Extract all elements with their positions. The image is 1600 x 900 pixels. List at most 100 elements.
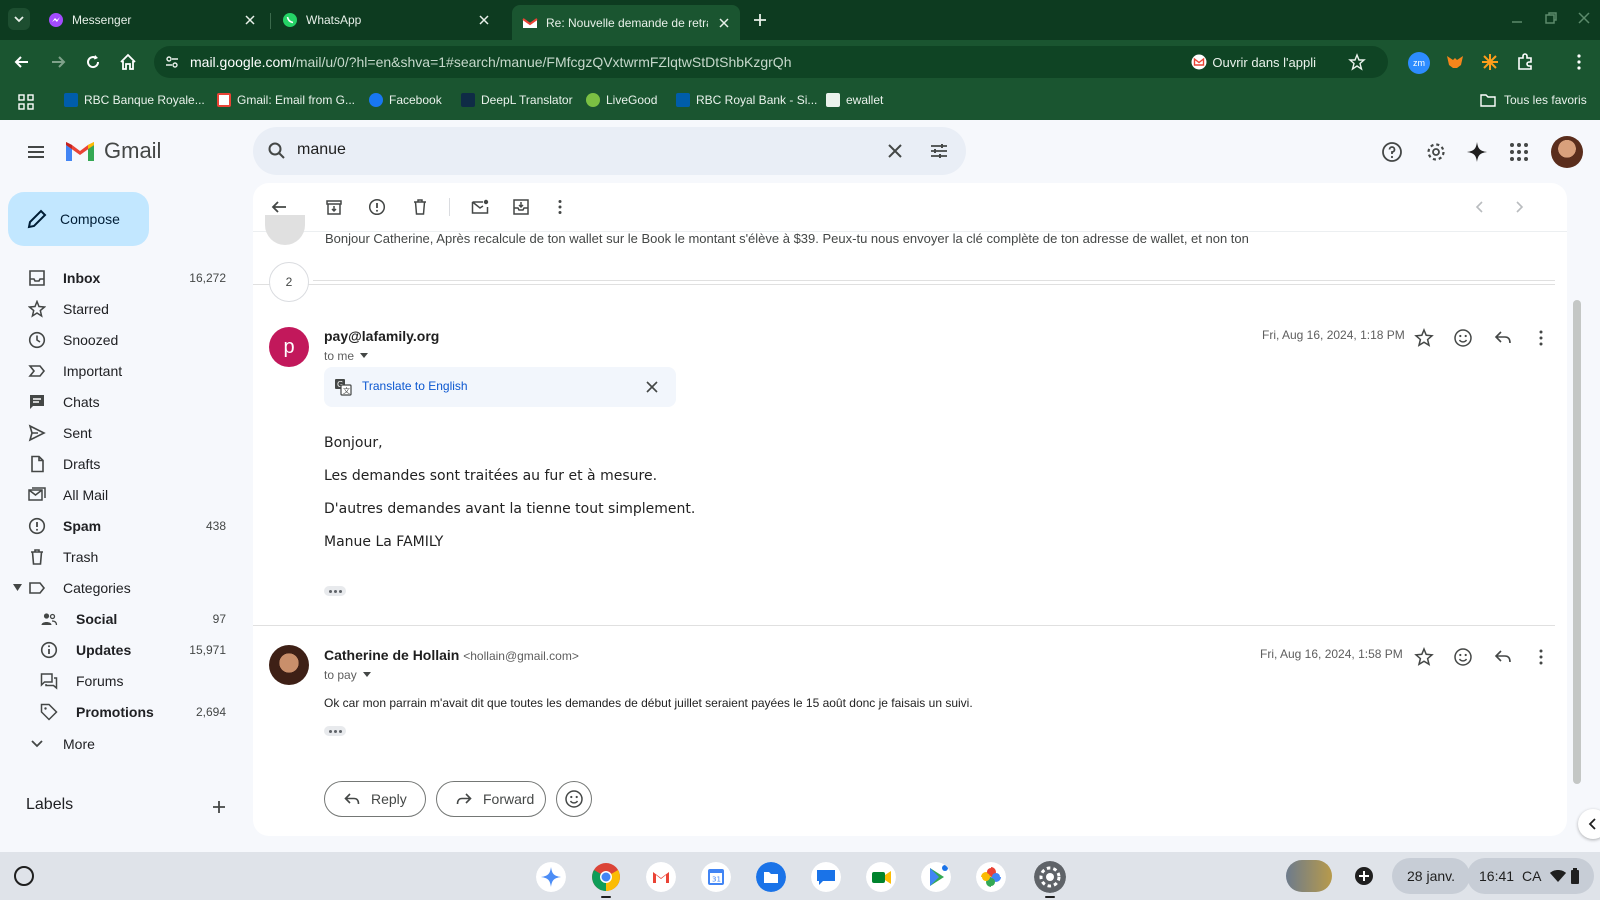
bookmark-ewallet[interactable]: ewallet	[826, 93, 883, 107]
bookmark-livegood[interactable]: LiveGood	[586, 93, 657, 107]
emoji-react-button[interactable]	[556, 781, 592, 817]
archive-icon[interactable]	[325, 198, 343, 216]
bookmark-rbc-royal[interactable]: RBC Royal Bank - Si...	[676, 93, 817, 107]
metamask-extension-icon[interactable]	[1445, 52, 1465, 72]
close-icon[interactable]	[646, 381, 658, 393]
chrome-app-icon[interactable]	[591, 862, 621, 892]
gemini-sparkle-icon[interactable]	[1466, 141, 1488, 163]
gmail-logo[interactable]: Gmail	[64, 138, 161, 164]
search-icon[interactable]	[267, 141, 287, 161]
translate-link[interactable]: Translate to English	[362, 379, 468, 393]
close-tab-icon[interactable]	[476, 12, 492, 28]
files-app-icon[interactable]	[756, 862, 786, 892]
site-info-icon[interactable]	[164, 54, 180, 70]
home-icon[interactable]	[118, 52, 138, 72]
tab-search-button[interactable]	[8, 8, 30, 30]
back-arrow-icon[interactable]	[12, 52, 32, 72]
zoom-extension-icon[interactable]: zm	[1408, 52, 1430, 74]
reload-icon[interactable]	[83, 52, 103, 72]
bookmark-facebook[interactable]: Facebook	[369, 93, 442, 107]
messages-app-icon[interactable]	[811, 862, 841, 892]
close-tab-icon[interactable]	[716, 15, 732, 31]
nav-inbox[interactable]: Inbox 16,272	[0, 262, 240, 294]
back-to-list-icon[interactable]	[270, 198, 288, 216]
hidden-messages-count[interactable]: 2	[269, 262, 309, 302]
mark-unread-icon[interactable]	[471, 198, 489, 216]
nav-snoozed[interactable]: Snoozed	[0, 324, 240, 356]
nav-forums[interactable]: Forums	[0, 665, 240, 697]
add-circle-icon[interactable]	[1354, 866, 1374, 886]
forward-button[interactable]: Forward	[436, 781, 546, 817]
thread-scrollbar[interactable]	[1573, 300, 1581, 784]
more-options-icon[interactable]	[551, 198, 569, 216]
extensions-puzzle-icon[interactable]	[1515, 52, 1535, 72]
sender-avatar[interactable]	[269, 645, 309, 685]
status-tray[interactable]: 16:41 CA	[1467, 858, 1594, 894]
nav-promotions[interactable]: Promotions 2,694	[0, 696, 240, 728]
launcher-button[interactable]	[14, 866, 34, 886]
more-options-icon[interactable]	[1531, 328, 1551, 348]
nav-social[interactable]: Social 97	[0, 603, 240, 635]
account-avatar[interactable]	[1551, 136, 1583, 168]
search-bar[interactable]: manue	[253, 127, 966, 175]
nav-sent[interactable]: Sent	[0, 417, 240, 449]
side-panel-toggle[interactable]	[1578, 809, 1600, 839]
report-spam-icon[interactable]	[368, 198, 386, 216]
help-icon[interactable]	[1381, 141, 1403, 163]
nav-all-mail[interactable]: All Mail	[0, 479, 240, 511]
close-tab-icon[interactable]	[242, 12, 258, 28]
nav-spam[interactable]: Spam 438	[0, 510, 240, 542]
nav-trash[interactable]: Trash	[0, 541, 240, 573]
emoji-reaction-icon[interactable]	[1453, 647, 1473, 667]
settings-gear-icon[interactable]	[1425, 141, 1447, 163]
recipient-details[interactable]: to pay	[324, 668, 371, 682]
more-options-icon[interactable]	[1531, 647, 1551, 667]
restore-icon[interactable]	[1543, 10, 1559, 26]
nav-important[interactable]: Important	[0, 355, 240, 387]
tab-gmail-active[interactable]: Re: Nouvelle demande de retrai	[512, 5, 740, 40]
sender-name[interactable]: pay@lafamily.org	[324, 328, 439, 344]
nav-categories[interactable]: Categories	[0, 572, 240, 604]
tab-messenger[interactable]: Messenger	[38, 6, 266, 34]
newer-chevron-left-icon[interactable]	[1471, 198, 1489, 216]
calendar-app-icon[interactable]: 31	[701, 862, 731, 892]
sender-name[interactable]: Catherine de Hollain <hollain@gmail.com>	[324, 647, 579, 663]
main-menu-icon[interactable]	[26, 142, 46, 162]
show-trimmed-content-button[interactable]	[324, 586, 346, 596]
settings-app-icon[interactable]	[1034, 861, 1066, 893]
older-chevron-right-icon[interactable]	[1510, 198, 1528, 216]
search-input[interactable]: manue	[297, 141, 346, 159]
minimize-icon[interactable]	[1509, 10, 1525, 26]
nav-updates[interactable]: Updates 15,971	[0, 634, 240, 666]
address-bar[interactable]: mail.google.com/mail/u/0/?hl=en&shva=1#s…	[154, 46, 1388, 78]
add-label-icon[interactable]	[211, 799, 227, 815]
recipient-details[interactable]: to me	[324, 349, 369, 363]
reply-icon[interactable]	[1493, 328, 1513, 348]
photos-app-icon[interactable]	[976, 862, 1006, 892]
bookmark-gmail[interactable]: Gmail: Email from G...	[217, 93, 355, 107]
nav-drafts[interactable]: Drafts	[0, 448, 240, 480]
spark-extension-icon[interactable]	[1480, 52, 1500, 72]
nav-more[interactable]: More	[0, 728, 240, 760]
clear-search-icon[interactable]	[886, 142, 904, 160]
move-to-icon[interactable]	[512, 198, 530, 216]
apps-grid-icon[interactable]	[18, 94, 34, 110]
holding-space-thumbnail[interactable]	[1286, 860, 1332, 892]
reply-button[interactable]: Reply	[324, 781, 426, 817]
play-store-app-icon[interactable]	[921, 862, 951, 892]
gemini-app-icon[interactable]	[536, 862, 566, 892]
show-trimmed-content-button[interactable]	[324, 726, 346, 736]
gmail-app-icon[interactable]	[646, 862, 676, 892]
reply-icon[interactable]	[1493, 647, 1513, 667]
star-icon[interactable]	[1414, 647, 1434, 667]
search-options-icon[interactable]	[929, 141, 949, 161]
delete-icon[interactable]	[411, 198, 429, 216]
bookmark-deepl[interactable]: DeepL Translator	[461, 93, 573, 107]
new-tab-icon[interactable]	[752, 12, 768, 28]
sender-avatar[interactable]: p	[269, 327, 309, 367]
compose-button[interactable]: Compose	[8, 192, 149, 246]
all-bookmarks-button[interactable]: Tous les favoris	[1480, 93, 1587, 107]
emoji-reaction-icon[interactable]	[1453, 328, 1473, 348]
nav-chats[interactable]: Chats	[0, 386, 240, 418]
open-in-app-button[interactable]: Ouvrir dans l'appli	[1191, 54, 1316, 70]
